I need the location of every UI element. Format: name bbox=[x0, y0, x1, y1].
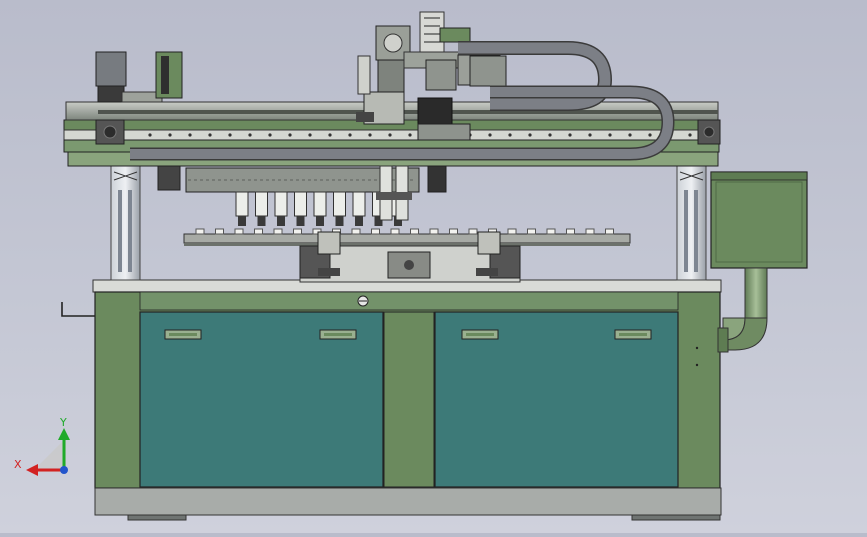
tray-slot bbox=[605, 228, 614, 235]
beam-hole bbox=[688, 133, 692, 137]
tray-slot bbox=[254, 228, 263, 235]
y-axis-motor bbox=[469, 55, 507, 87]
beam-hole bbox=[368, 133, 372, 137]
cabinet-rail bbox=[139, 291, 679, 311]
z-axis-arrow bbox=[60, 466, 68, 474]
tray-slot bbox=[468, 228, 478, 235]
foot bbox=[631, 514, 721, 521]
cable-conduit-pipe bbox=[717, 267, 768, 353]
beam-hole bbox=[208, 133, 212, 137]
door-handle[interactable] bbox=[614, 329, 652, 340]
center-post bbox=[383, 311, 435, 488]
door-handle[interactable] bbox=[164, 329, 202, 340]
gripper-finger bbox=[294, 191, 307, 226]
left-support-post bbox=[110, 164, 141, 281]
beam-hole bbox=[248, 133, 252, 137]
tray-slot bbox=[585, 228, 595, 235]
beam-hole bbox=[288, 133, 292, 137]
beam-hole bbox=[508, 133, 512, 137]
beam-hole bbox=[188, 133, 192, 137]
tray-slot bbox=[390, 228, 400, 235]
gripper-finger bbox=[255, 191, 268, 226]
tray-slot bbox=[429, 228, 439, 235]
door-handle[interactable] bbox=[319, 329, 357, 340]
right-support-post bbox=[676, 164, 707, 281]
base-cabinet bbox=[61, 279, 722, 521]
gripper-finger bbox=[274, 191, 288, 226]
beam-hole bbox=[568, 133, 572, 137]
gripper-finger bbox=[352, 191, 366, 226]
tray-slot bbox=[507, 228, 517, 235]
beam-hole bbox=[168, 133, 172, 137]
beam-hole bbox=[548, 133, 552, 137]
beam-hole bbox=[148, 133, 152, 137]
foot bbox=[127, 514, 187, 521]
tray-slot bbox=[195, 228, 205, 235]
beam-hole bbox=[588, 133, 592, 137]
y-axis-label: Y bbox=[59, 416, 67, 429]
beam-hole bbox=[628, 133, 632, 137]
side-handle[interactable] bbox=[61, 302, 95, 317]
coordinate-triad: Y X bbox=[14, 416, 70, 476]
tray-slot bbox=[234, 228, 244, 235]
beam-hole bbox=[648, 133, 652, 137]
tray-slot bbox=[527, 228, 536, 235]
tray-slot bbox=[566, 228, 575, 235]
beam-hole bbox=[328, 133, 332, 137]
tray-slot bbox=[351, 228, 361, 235]
beam-hole bbox=[488, 133, 492, 137]
x-axis-label: X bbox=[14, 458, 22, 471]
beam-hole bbox=[348, 133, 352, 137]
tray-slot bbox=[273, 228, 283, 235]
beam-hole bbox=[408, 133, 412, 137]
limit-sensor bbox=[155, 51, 183, 99]
electrical-box bbox=[710, 171, 808, 269]
axis-module bbox=[417, 97, 453, 125]
tray-slot bbox=[371, 228, 380, 235]
beam-hole bbox=[228, 133, 232, 137]
tray-slot bbox=[215, 228, 224, 235]
x-axis-motor bbox=[95, 51, 163, 103]
beam-hole bbox=[308, 133, 312, 137]
machine-drawing: Y X bbox=[14, 11, 808, 521]
tray-slot bbox=[410, 228, 419, 235]
cad-viewport[interactable]: Y X bbox=[0, 0, 867, 533]
beam-hole bbox=[388, 133, 392, 137]
beam-hole bbox=[608, 133, 612, 137]
door-handle[interactable] bbox=[461, 329, 499, 340]
cabinet-base-plinth bbox=[94, 487, 722, 516]
tray-slot bbox=[546, 228, 556, 235]
tray-slot bbox=[293, 228, 302, 235]
beam-hole bbox=[268, 133, 272, 137]
tray-slot bbox=[449, 228, 458, 235]
beam-hole bbox=[528, 133, 532, 137]
gripper-finger bbox=[235, 191, 249, 226]
gripper-finger bbox=[333, 191, 346, 226]
tray-conveyor bbox=[183, 228, 631, 283]
gripper-finger bbox=[313, 191, 327, 226]
